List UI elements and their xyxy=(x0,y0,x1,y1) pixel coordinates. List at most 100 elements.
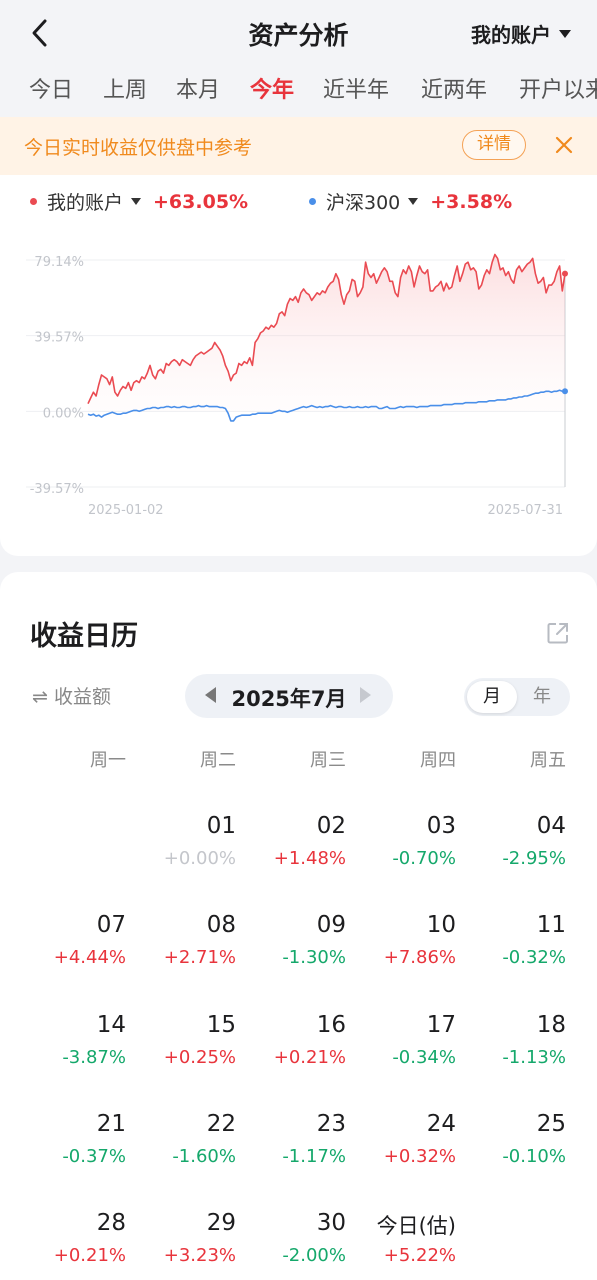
calendar-day[interactable]: 28 +0.21% xyxy=(16,1210,126,1280)
top-nav-bar: 资产分析 我的账户 xyxy=(0,0,597,66)
calendar-day-return: -0.32% xyxy=(502,947,566,968)
calendar-day-number: 25 xyxy=(536,1111,566,1137)
calendar-day[interactable]: 23 -1.17% xyxy=(236,1111,346,1183)
calendar-day[interactable]: 15 +0.25% xyxy=(126,1012,236,1084)
calendar-day-number: 24 xyxy=(426,1111,456,1137)
close-banner-button[interactable] xyxy=(551,131,577,159)
realtime-notice-banner: 今日实时收益仅供盘中参考 详情 xyxy=(0,117,597,175)
calendar-day[interactable]: 30 -2.00% xyxy=(236,1210,346,1280)
calendar-day-return: +1.48% xyxy=(273,848,346,869)
calendar-day-return: -1.30% xyxy=(282,947,346,968)
calendar-day[interactable]: 18 -1.13% xyxy=(456,1012,566,1084)
weekday-header: 周五 xyxy=(530,750,566,771)
calendar-day-return: +5.22% xyxy=(383,1245,456,1266)
period-option-month[interactable]: 月 xyxy=(467,681,517,713)
month-picker: 2025年7月 xyxy=(185,674,393,718)
calendar-day[interactable]: 24 +0.32% xyxy=(346,1111,456,1183)
calendar-day-number: 10 xyxy=(426,912,456,938)
calendar-day-number: 07 xyxy=(96,912,126,938)
calendar-day-number: 今日(估) xyxy=(376,1214,456,1238)
external-link-icon xyxy=(547,623,568,644)
calendar-day[interactable]: 11 -0.32% xyxy=(456,912,566,984)
return-line-chart[interactable]: 79.14% 39.57% 0.00% -39.57% 2025-01-02 2025-0… xyxy=(0,175,597,556)
calendar-day-return: +0.32% xyxy=(383,1146,456,1167)
calendar-day[interactable]: 08 +2.71% xyxy=(126,912,236,984)
calendar-day-return: +0.00% xyxy=(163,848,236,869)
calendar-day-return: -0.70% xyxy=(392,848,456,869)
calendar-day-number: 22 xyxy=(206,1111,236,1137)
benchmark-end-point xyxy=(562,388,568,395)
calendar-day-number: 17 xyxy=(426,1012,456,1038)
calendar-day-return: -1.17% xyxy=(282,1146,346,1167)
calendar-day[interactable]: 29 +3.23% xyxy=(126,1210,236,1280)
calendar-day-return: +0.25% xyxy=(163,1047,236,1068)
y-tick-label: -39.57% xyxy=(30,482,84,497)
calendar-day[interactable]: 03 -0.70% xyxy=(346,813,456,885)
tab-this-year[interactable]: 今年 xyxy=(250,72,294,104)
calendar-day[interactable]: 17 -0.34% xyxy=(346,1012,456,1084)
calendar-day-number: 01 xyxy=(206,813,236,839)
calendar-day-return: -2.95% xyxy=(502,848,566,869)
profit-calendar-card: 收益日历 ⇌ 收益额 2025年7月 月 年 周一 周二 周三 周四 周五 01… xyxy=(0,572,597,1280)
calendar-day[interactable]: 04 -2.95% xyxy=(456,813,566,885)
calendar-day-return: -1.60% xyxy=(172,1146,236,1167)
calendar-day[interactable]: 22 -1.60% xyxy=(126,1111,236,1183)
calendar-day-return: -2.00% xyxy=(282,1245,346,1266)
account-end-point xyxy=(562,270,568,277)
calendar-day-return: -0.34% xyxy=(392,1047,456,1068)
calendar-day-number: 18 xyxy=(536,1012,566,1038)
calendar-day-number: 15 xyxy=(206,1012,236,1038)
tab-half-year[interactable]: 近半年 xyxy=(323,72,389,104)
calendar-day-number: 28 xyxy=(96,1210,126,1236)
tab-today[interactable]: 今日 xyxy=(29,72,73,104)
tab-last-week[interactable]: 上周 xyxy=(103,72,147,104)
calendar-day[interactable]: 25 -0.10% xyxy=(456,1111,566,1183)
y-tick-label: 0.00% xyxy=(43,406,84,421)
next-month-button[interactable] xyxy=(360,687,371,703)
calendar-day[interactable]: 02 +1.48% xyxy=(236,813,346,885)
calendar-day[interactable]: 16 +0.21% xyxy=(236,1012,346,1084)
calendar-day[interactable]: 10 +7.86% xyxy=(346,912,456,984)
calendar-day-return: -1.13% xyxy=(502,1047,566,1068)
calendar-day-number: 11 xyxy=(536,912,566,938)
calendar-day-number: 09 xyxy=(316,912,346,938)
calendar-day-number: 29 xyxy=(206,1210,236,1236)
calendar-day[interactable]: 21 -0.37% xyxy=(16,1111,126,1183)
period-segmented-control: 月 年 xyxy=(464,678,570,716)
x-tick-label: 2025-01-02 xyxy=(88,503,164,518)
detail-button[interactable]: 详情 xyxy=(462,130,526,160)
weekday-header: 周二 xyxy=(200,750,236,771)
calendar-day-number: 02 xyxy=(316,813,346,839)
weekday-header: 周一 xyxy=(90,750,126,771)
time-range-tabs: 今日 上周 本月 今年 近半年 近两年 开户以来 xyxy=(0,66,597,110)
calendar-day-number: 14 xyxy=(96,1012,126,1038)
account-switcher[interactable]: 我的账户 xyxy=(471,19,571,48)
caret-down-icon xyxy=(559,29,571,38)
calendar-day-return: -0.37% xyxy=(62,1146,126,1167)
calendar-day-today[interactable]: 今日(估) +5.22% xyxy=(346,1210,456,1280)
tab-two-years[interactable]: 近两年 xyxy=(421,72,487,104)
calendar-day-number: 30 xyxy=(316,1210,346,1236)
calendar-day-number: 23 xyxy=(316,1111,346,1137)
account-switcher-label: 我的账户 xyxy=(471,23,551,47)
calendar-day-number: 16 xyxy=(316,1012,346,1038)
y-tick-label: 39.57% xyxy=(34,331,84,346)
tab-since-opening[interactable]: 开户以来 xyxy=(519,72,597,104)
share-button[interactable] xyxy=(545,620,571,646)
y-tick-label: 79.14% xyxy=(34,255,84,270)
calendar-day[interactable]: 07 +4.44% xyxy=(16,912,126,984)
calendar-day[interactable]: 01 +0.00% xyxy=(126,813,236,885)
calendar-day-number: 21 xyxy=(96,1111,126,1137)
close-icon xyxy=(555,136,573,154)
calendar-day[interactable]: 14 -3.87% xyxy=(16,1012,126,1084)
weekday-header: 周四 xyxy=(420,750,456,771)
calendar-day-return: +0.21% xyxy=(273,1047,346,1068)
x-tick-label: 2025-07-31 xyxy=(487,503,563,518)
metric-toggle-button[interactable]: ⇌ 收益额 xyxy=(32,682,111,709)
return-chart-card: 我的账户 +63.05% 沪深300 +3.58% 79.14% 39.57% 0.… xyxy=(0,175,597,556)
period-option-year[interactable]: 年 xyxy=(517,681,567,713)
calendar-day-return: +2.71% xyxy=(163,947,236,968)
calendar-day[interactable]: 09 -1.30% xyxy=(236,912,346,984)
calendar-day-return: +4.44% xyxy=(53,947,126,968)
tab-this-month[interactable]: 本月 xyxy=(176,72,220,104)
